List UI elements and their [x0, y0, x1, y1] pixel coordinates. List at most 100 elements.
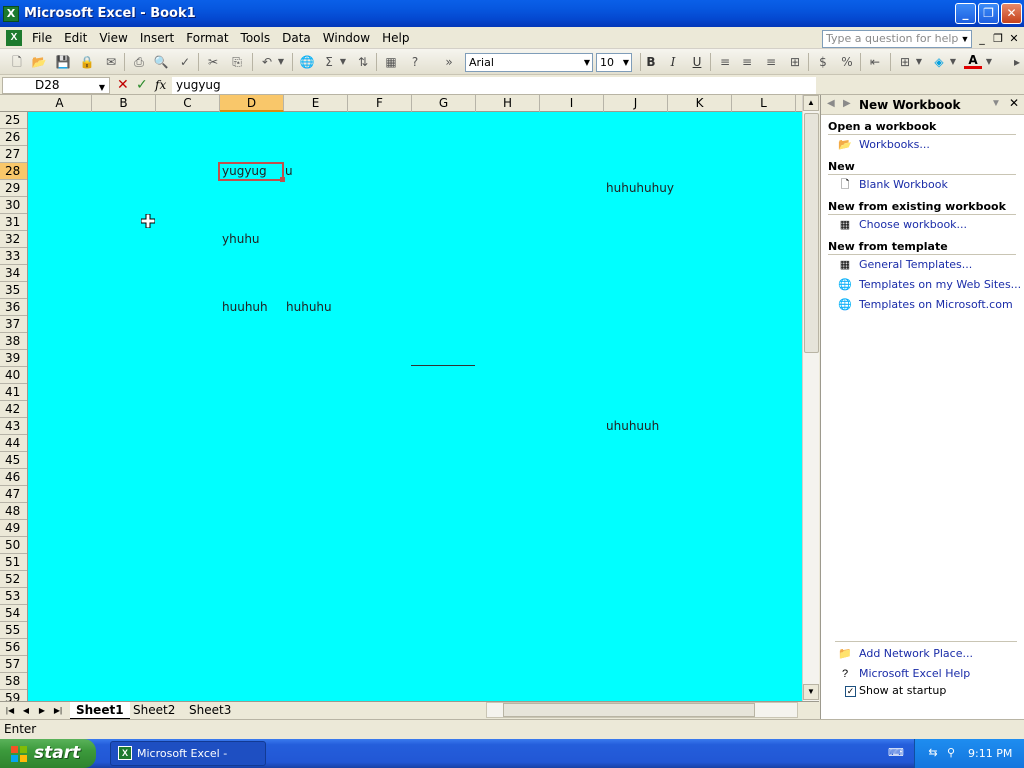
undo-icon[interactable]: ↶: [258, 53, 276, 71]
column-header-g[interactable]: G: [412, 95, 476, 112]
taskbar-excel-button[interactable]: Microsoft Excel - Book1: [110, 741, 266, 766]
row-header[interactable]: 33: [0, 248, 27, 265]
row-header[interactable]: 25: [0, 112, 27, 129]
first-sheet-button[interactable]: |◀: [4, 704, 16, 718]
row-header[interactable]: 50: [0, 537, 27, 554]
doc-minimize-button[interactable]: _: [974, 30, 990, 48]
font-color-dropdown-icon[interactable]: ▼: [984, 53, 994, 71]
menu-data[interactable]: Data: [276, 28, 317, 48]
column-header-b[interactable]: B: [92, 95, 156, 112]
align-left-icon[interactable]: ≡: [716, 53, 734, 71]
doc-close-button[interactable]: ✕: [1006, 30, 1022, 48]
row-header[interactable]: 31: [0, 214, 27, 231]
help-icon[interactable]: ?: [406, 53, 424, 71]
keyboard-icon[interactable]: ⌨: [888, 746, 904, 760]
underline-button[interactable]: U: [688, 53, 706, 71]
column-header-d[interactable]: D: [220, 95, 284, 112]
spelling-icon[interactable]: ✓: [176, 53, 194, 71]
cell-j29[interactable]: huhuhuhuy: [606, 180, 674, 196]
doc-restore-button[interactable]: ❐: [990, 30, 1006, 48]
column-header-a[interactable]: A: [28, 95, 92, 112]
autosum-icon[interactable]: Σ: [320, 53, 338, 71]
row-header[interactable]: 32: [0, 231, 27, 248]
copy-icon[interactable]: ⎘: [228, 53, 246, 71]
row-header[interactable]: 52: [0, 571, 27, 588]
hyperlink-icon[interactable]: 🌐: [298, 53, 316, 71]
general-templates-link[interactable]: General Templates...: [859, 258, 972, 271]
scroll-up-button[interactable]: ▲: [803, 95, 819, 111]
menu-insert[interactable]: Insert: [134, 28, 180, 48]
row-header[interactable]: 37: [0, 316, 27, 333]
row-header[interactable]: 42: [0, 401, 27, 418]
row-header[interactable]: 53: [0, 588, 27, 605]
sheet-tab-sheet2[interactable]: Sheet2: [127, 702, 181, 719]
line-shape[interactable]: [411, 365, 475, 366]
microsoft-templates-link[interactable]: Templates on Microsoft.com: [859, 298, 1013, 311]
scroll-down-button[interactable]: ▼: [803, 684, 819, 700]
row-header[interactable]: 58: [0, 673, 27, 690]
cancel-entry-icon[interactable]: ✕: [117, 77, 129, 93]
menu-format[interactable]: Format: [180, 28, 234, 48]
percent-icon[interactable]: %: [838, 53, 856, 71]
row-header[interactable]: 56: [0, 639, 27, 656]
cell-grid[interactable]: yugyug u huhuhuhuy yhuhu huuhuh huhuhu u…: [28, 112, 802, 701]
chart-wizard-icon[interactable]: ▦: [382, 53, 400, 71]
sort-ascending-icon[interactable]: ⇅: [354, 53, 372, 71]
align-right-icon[interactable]: ≡: [762, 53, 780, 71]
bold-button[interactable]: B: [642, 53, 660, 71]
row-header[interactable]: 48: [0, 503, 27, 520]
column-header-c[interactable]: C: [156, 95, 220, 112]
column-header-k[interactable]: K: [668, 95, 732, 112]
row-header[interactable]: 35: [0, 282, 27, 299]
menu-help[interactable]: Help: [376, 28, 415, 48]
restore-button[interactable]: ❐: [978, 3, 999, 24]
column-header-h[interactable]: H: [476, 95, 540, 112]
next-sheet-button[interactable]: ▶: [36, 704, 48, 718]
borders-icon[interactable]: ⊞: [896, 53, 914, 71]
cell-e28[interactable]: u: [285, 163, 293, 179]
font-name-dropdown-icon[interactable]: ▼: [584, 54, 590, 71]
row-header[interactable]: 34: [0, 265, 27, 282]
last-sheet-button[interactable]: ▶|: [52, 704, 64, 718]
cell-d28[interactable]: yugyug: [222, 163, 267, 179]
open-icon[interactable]: 📂: [30, 53, 48, 71]
font-size-select[interactable]: 10 ▼: [596, 53, 632, 72]
save-icon[interactable]: 💾: [54, 53, 72, 71]
menu-tools[interactable]: Tools: [235, 28, 277, 48]
italic-button[interactable]: I: [664, 53, 682, 71]
row-header[interactable]: 47: [0, 486, 27, 503]
cell-j43[interactable]: uhuhuuh: [606, 418, 659, 434]
cell-e36[interactable]: huhuhu: [286, 299, 332, 315]
network-icon[interactable]: ⇆: [926, 746, 940, 760]
menu-edit[interactable]: Edit: [58, 28, 93, 48]
font-color-icon[interactable]: A: [964, 53, 982, 69]
column-header-f[interactable]: F: [348, 95, 412, 112]
row-header[interactable]: 54: [0, 605, 27, 622]
vertical-scrollbar[interactable]: ▲ ▼: [802, 95, 819, 701]
vertical-scroll-thumb[interactable]: [804, 113, 819, 353]
currency-icon[interactable]: $: [814, 53, 832, 71]
new-icon[interactable]: 🗋: [8, 53, 26, 71]
autosum-dropdown-icon[interactable]: ▼: [338, 53, 348, 71]
print-icon[interactable]: ⎙: [130, 53, 148, 71]
font-size-dropdown-icon[interactable]: ▼: [623, 54, 629, 71]
cell-d36[interactable]: huuhuh: [222, 299, 268, 315]
workbooks-link[interactable]: Workbooks...: [859, 138, 930, 151]
row-header[interactable]: 43: [0, 418, 27, 435]
search-icon[interactable]: ⚲: [944, 746, 958, 760]
workbook-icon[interactable]: X: [6, 29, 22, 46]
row-header[interactable]: 51: [0, 554, 27, 571]
toolbar-options-icon[interactable]: »: [440, 53, 458, 71]
horizontal-scrollbar[interactable]: [486, 702, 798, 718]
horizontal-scroll-thumb[interactable]: [503, 703, 755, 717]
menu-view[interactable]: View: [93, 28, 133, 48]
close-button[interactable]: ✕: [1001, 3, 1022, 24]
add-network-place-link[interactable]: Add Network Place...: [859, 647, 973, 660]
font-name-select[interactable]: Arial ▼: [465, 53, 593, 72]
formula-input[interactable]: yugyug: [172, 77, 816, 94]
column-header-e[interactable]: E: [284, 95, 348, 112]
forward-arrow-icon[interactable]: ▶: [843, 98, 851, 109]
help-question-input[interactable]: Type a question for help: [822, 30, 972, 48]
name-box-dropdown-icon[interactable]: ▼: [99, 80, 105, 95]
web-templates-link[interactable]: Templates on my Web Sites...: [859, 278, 1021, 291]
